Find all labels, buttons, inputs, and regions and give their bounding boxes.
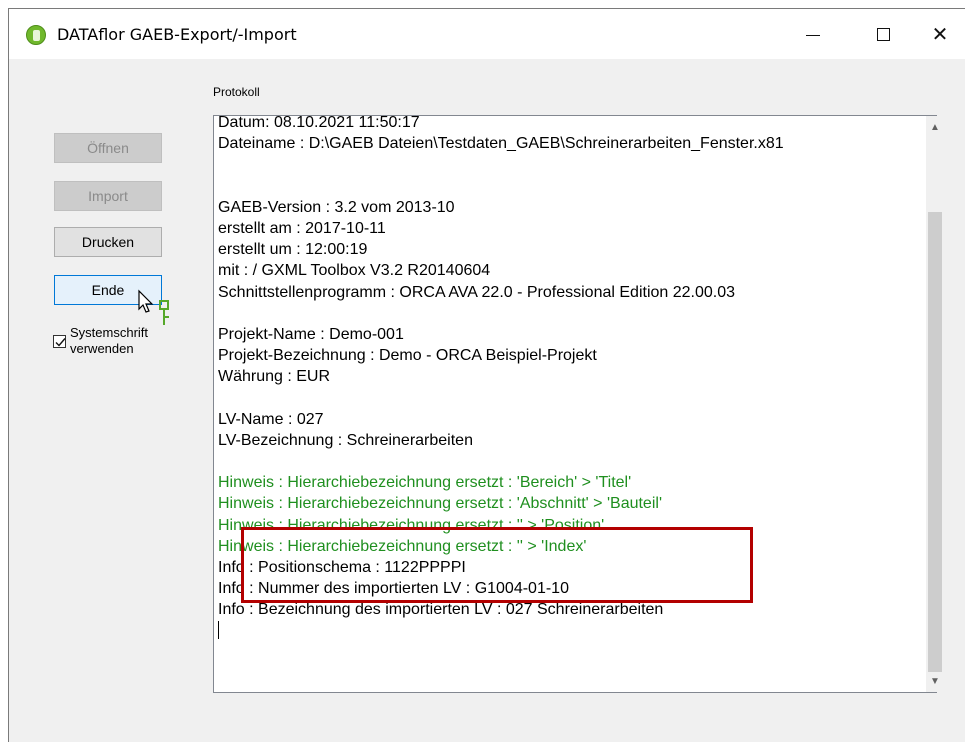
app-window: DATAflor GAEB-Export/-Import ✕ Protokoll… bbox=[8, 8, 965, 742]
open-button[interactable]: Öffnen bbox=[54, 133, 162, 163]
vertical-scrollbar[interactable]: ▲ ▼ bbox=[926, 116, 944, 692]
scroll-down-icon[interactable]: ▼ bbox=[926, 672, 944, 690]
minimize-icon bbox=[806, 34, 820, 36]
import-button[interactable]: Import bbox=[54, 181, 162, 211]
window-title: DATAflor GAEB-Export/-Import bbox=[57, 25, 297, 44]
protocol-textarea[interactable]: Datum: 08.10.2021 11:50:17 Dateiname : D:… bbox=[213, 115, 937, 693]
scroll-up-icon[interactable]: ▲ bbox=[926, 118, 944, 136]
log-line: LV-Name : 027 bbox=[218, 410, 324, 428]
system-font-label-line1: Systemschrift bbox=[70, 325, 149, 340]
log-line: Datum: 08.10.2021 11:50:17 bbox=[218, 115, 420, 131]
log-line: erstellt um : 12:00:19 bbox=[218, 241, 368, 259]
close-button[interactable]: ✕ bbox=[912, 9, 965, 59]
log-hint-line: Hinweis : Hierarchiebezeichnung ersetzt … bbox=[218, 495, 662, 513]
system-font-label: Systemschrift verwenden bbox=[70, 325, 148, 357]
maximize-icon bbox=[876, 27, 890, 41]
log-line: LV-Bezeichnung : Schreinerarbeiten bbox=[218, 431, 473, 449]
scroll-thumb[interactable] bbox=[928, 212, 942, 672]
log-line: GAEB-Version : 3.2 vom 2013-10 bbox=[218, 198, 455, 216]
log-line: mit : / GXML Toolbox V3.2 R20140604 bbox=[218, 262, 491, 280]
drag-handle-icon bbox=[159, 300, 169, 325]
log-hint-line: Hinweis : Hierarchiebezeichnung ersetzt … bbox=[218, 474, 632, 492]
log-line: Schnittstellenprogramm : ORCA AVA 22.0 -… bbox=[218, 283, 736, 301]
log-line: Dateiname : D:\GAEB Dateien\Testdaten_GA… bbox=[218, 135, 784, 153]
highlight-box bbox=[241, 527, 753, 603]
log-line: Währung : EUR bbox=[218, 368, 331, 386]
text-caret bbox=[218, 620, 219, 639]
protokoll-label: Protokoll bbox=[213, 85, 260, 99]
text-caret-line bbox=[218, 620, 928, 642]
app-logo-icon bbox=[26, 25, 46, 45]
checkmark-icon bbox=[55, 338, 66, 347]
print-button[interactable]: Drucken bbox=[54, 227, 162, 257]
log-line: Projekt-Name : Demo-001 bbox=[218, 325, 404, 343]
protocol-log: Datum: 08.10.2021 11:50:17 Dateiname : D:… bbox=[218, 115, 928, 692]
maximize-button[interactable] bbox=[855, 9, 911, 59]
title-bar[interactable]: DATAflor GAEB-Export/-Import ✕ bbox=[9, 9, 965, 59]
log-line: erstellt am : 2017-10-11 bbox=[218, 219, 386, 237]
system-font-checkbox[interactable] bbox=[53, 335, 66, 348]
system-font-label-line2: verwenden bbox=[70, 341, 134, 356]
minimize-button[interactable] bbox=[785, 9, 841, 59]
mouse-pointer-icon bbox=[138, 289, 154, 313]
log-line: Projekt-Bezeichnung : Demo - ORCA Beispi… bbox=[218, 347, 597, 365]
close-icon: ✕ bbox=[931, 22, 949, 46]
